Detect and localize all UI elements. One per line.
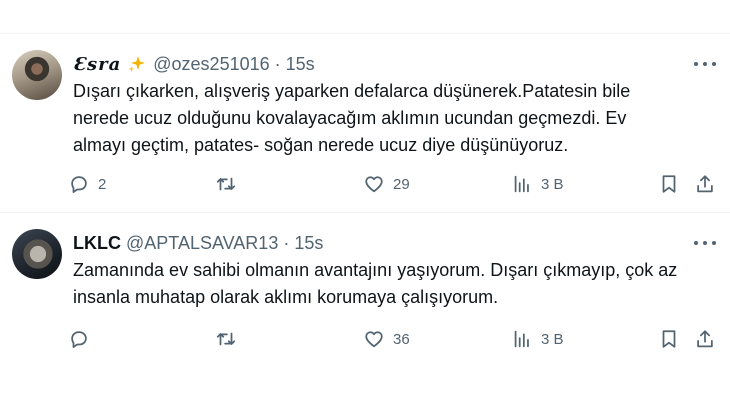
more-options-icon[interactable] — [694, 56, 716, 72]
avatar[interactable] — [12, 229, 62, 279]
reply-icon — [71, 176, 87, 193]
avatar[interactable] — [12, 50, 62, 100]
like-button[interactable]: 29 — [363, 170, 410, 198]
bookmark-button[interactable] — [658, 170, 680, 198]
tweet[interactable]: LKLC @APTALSAVAR13 · 15s Zamanında ev sa… — [0, 213, 730, 373]
separator-dot: · — [283, 232, 290, 253]
analytics-icon — [514, 175, 529, 193]
share-button[interactable] — [694, 325, 716, 353]
views-button[interactable]: 3 B — [511, 325, 564, 353]
repost-button[interactable] — [215, 170, 245, 198]
timestamp[interactable]: 15s — [286, 54, 315, 75]
heart-icon — [365, 331, 383, 348]
action-bar: 36 3 B — [68, 325, 724, 353]
analytics-icon — [514, 330, 529, 348]
like-count: 29 — [393, 175, 410, 193]
separator-dot: · — [274, 53, 281, 74]
timeline: Ɛsra @ozes251016 · 15s Dışarı çıkarken, … — [0, 0, 730, 420]
tweet-text: Dışarı çıkarken, alışveriş yaparken defa… — [73, 81, 631, 155]
views-button[interactable]: 3 B — [511, 170, 564, 198]
tweet-header: LKLC @APTALSAVAR13 · 15s — [73, 231, 323, 255]
bookmark-icon — [662, 175, 676, 193]
like-button[interactable]: 36 — [363, 325, 410, 353]
share-button[interactable] — [694, 170, 716, 198]
sparkle-emoji-icon — [127, 54, 147, 74]
share-icon — [697, 175, 713, 193]
reply-icon — [71, 331, 87, 348]
reply-count: 2 — [98, 175, 107, 193]
handle[interactable]: @APTALSAVAR13 — [126, 233, 278, 254]
display-name[interactable]: LKLC — [73, 233, 121, 254]
reply-button[interactable] — [68, 325, 98, 353]
repost-icon — [216, 177, 236, 191]
bookmark-icon — [662, 330, 676, 348]
tweet-header: Ɛsra @ozes251016 · 15s — [73, 52, 315, 76]
repost-button[interactable] — [215, 325, 245, 353]
more-options-icon[interactable] — [694, 235, 716, 251]
bookmark-button[interactable] — [658, 325, 680, 353]
tweet[interactable]: Ɛsra @ozes251016 · 15s Dışarı çıkarken, … — [0, 34, 730, 212]
view-count: 3 B — [541, 330, 564, 348]
timestamp[interactable]: 15s — [294, 233, 323, 254]
action-bar: 2 29 3 B — [68, 170, 724, 198]
like-count: 36 — [393, 330, 410, 348]
share-icon — [697, 330, 713, 348]
reply-button[interactable]: 2 — [68, 170, 106, 198]
view-count: 3 B — [541, 175, 564, 193]
tweet-text: Zamanında ev sahibi olmanın avantajını y… — [73, 260, 678, 307]
repost-icon — [216, 332, 236, 346]
display-name[interactable]: Ɛsra — [73, 54, 121, 75]
heart-icon — [365, 176, 383, 193]
handle[interactable]: @ozes251016 — [153, 54, 269, 75]
